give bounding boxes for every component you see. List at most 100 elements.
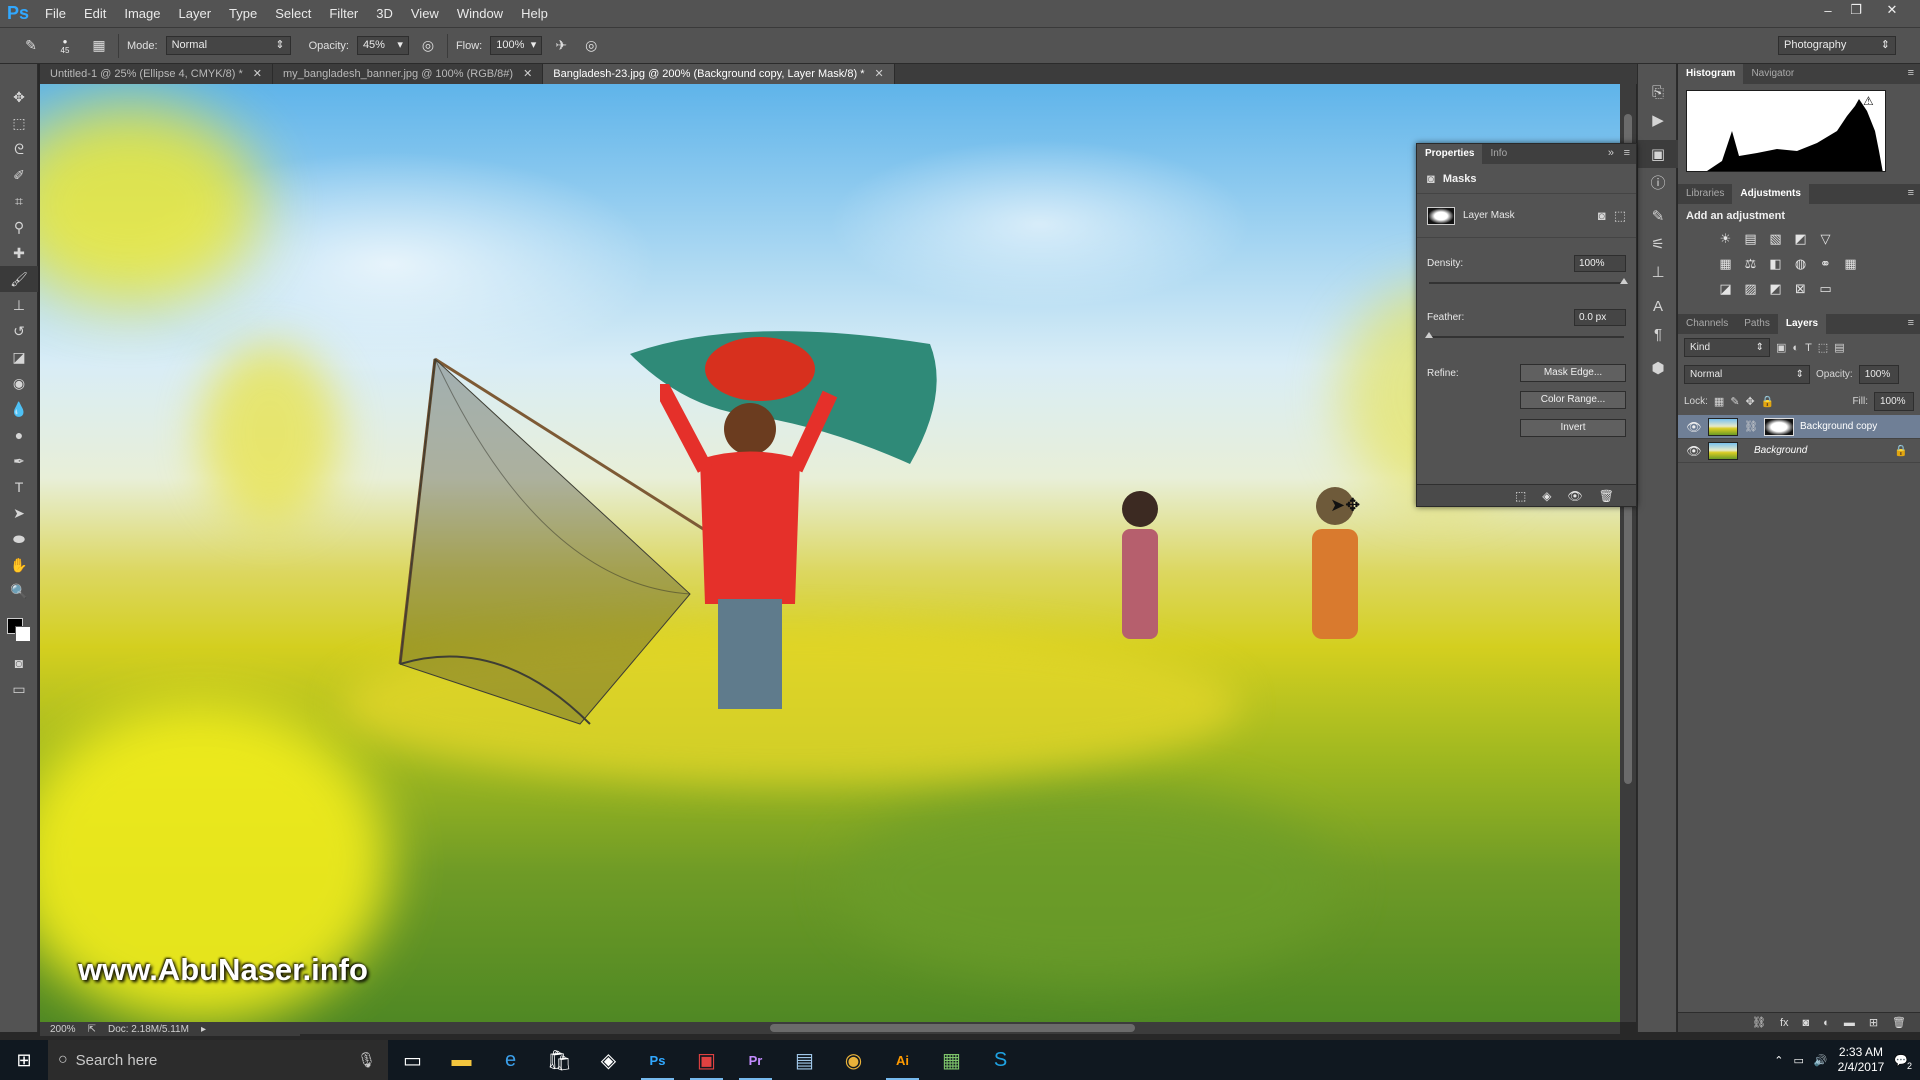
taskbar-search[interactable]: ○ Search here 🎙 [48,1040,388,1080]
chain-link-icon[interactable]: ⛓ [1744,420,1758,433]
filter-smart-icon[interactable]: ▤ [1834,341,1844,354]
lock-transparent-icon[interactable]: ▦ [1714,395,1724,408]
lasso-tool-icon[interactable]: ᘓ [0,136,38,162]
lock-icon[interactable]: 🔒 [1894,444,1908,457]
restore-button[interactable]: ❐ [1842,0,1870,20]
airbrush-icon[interactable]: ✈ [550,35,572,57]
brush-preset-icon[interactable]: ✎ [20,35,42,57]
status-menu-arrow-icon[interactable]: ▸ [201,1024,206,1035]
quick-mask-icon[interactable]: ◙ [0,650,38,676]
filter-shape-icon[interactable]: ⬚ [1818,341,1828,354]
selective-color-icon[interactable]: ⊠ [1791,279,1810,298]
volume-icon[interactable]: 🔊 [1814,1054,1828,1067]
adjustment-icon[interactable]: ◐ [1823,1017,1830,1029]
tab-libraries[interactable]: Libraries [1678,184,1732,204]
store-icon[interactable]: 🛍 [535,1040,584,1080]
panel-menu-icon[interactable]: ≡ [1908,317,1914,329]
blur-tool-icon[interactable]: 💧 [0,396,38,422]
menu-3d[interactable]: 3D [367,0,402,27]
fx-icon[interactable]: fx [1780,1017,1789,1029]
crop-tool-icon[interactable]: ⌗ [0,188,38,214]
zoom-level[interactable]: 200% [50,1024,76,1035]
marquee-tool-icon[interactable]: ⬚ [0,110,38,136]
task-view-icon[interactable]: ▭ [388,1040,437,1080]
eye-icon[interactable]: 👁 [1686,420,1702,434]
flow-input[interactable]: 100% ▾ [490,36,543,55]
opacity-input[interactable]: 45% ▾ [356,36,409,55]
panel-menu-icon[interactable]: ≡ [1908,187,1914,199]
layer-opacity-input[interactable]: 100% [1858,365,1899,384]
black-white-icon[interactable]: ◧ [1766,254,1785,273]
move-tool-icon[interactable]: ✥ [0,84,38,110]
panel-menu-icon[interactable]: ≡ [1908,67,1914,79]
threshold-icon[interactable]: ◩ [1766,279,1785,298]
microphone-icon[interactable]: 🎙 [357,1051,376,1069]
share-icon[interactable]: ⇱ [88,1024,96,1035]
brush-panel-toggle-icon[interactable]: ▦ [88,35,110,57]
lock-position-icon[interactable]: ✥ [1746,395,1755,408]
invert-button[interactable]: Invert [1520,419,1626,437]
windows-start-icon[interactable]: ⊞ [0,1040,48,1080]
3d-icon[interactable]: ⬢ [1638,354,1678,382]
filter-adjustment-icon[interactable]: ◐ [1792,342,1799,354]
channel-mixer-icon[interactable]: ⚭ [1816,254,1835,273]
mask-edge-button[interactable]: Mask Edge... [1520,364,1626,382]
brush-settings-icon[interactable]: ✎ [1638,202,1678,230]
history-icon[interactable]: ⎘ [1638,78,1678,106]
notifications-icon[interactable]: 💬 2 [1894,1054,1912,1071]
actions-play-icon[interactable]: ▶ [1638,106,1678,134]
layer-mask-thumbnail[interactable] [1763,417,1794,436]
ellipse-tool-icon[interactable]: ⬬ [0,526,38,552]
menu-view[interactable]: View [402,0,448,27]
fill-input[interactable]: 100% [1874,392,1914,411]
filter-type-icon[interactable]: T [1805,342,1812,354]
invert-adjust-icon[interactable]: ◪ [1716,279,1735,298]
blend-mode-select[interactable]: Normal ⇕ [1684,365,1810,384]
pixel-mask-icon[interactable]: ◙ [1598,208,1606,223]
menu-file[interactable]: File [36,0,75,27]
workspace-select[interactable]: Photography ⇕ [1778,36,1896,55]
close-icon[interactable]: ✕ [874,68,883,80]
brush-presets-icon[interactable]: ⚟ [1638,230,1678,258]
photo-filter-icon[interactable]: ◍ [1791,254,1810,273]
warning-triangle-icon[interactable]: ⚠ [1863,94,1874,108]
folder-icon[interactable]: ▬ [1844,1017,1855,1029]
sheet-app-icon[interactable]: ▦ [927,1040,976,1080]
panel-menu-icon[interactable]: ≡ [1624,147,1630,159]
doc-tab-untitled[interactable]: Untitled-1 @ 25% (Ellipse 4, CMYK/8) * ✕ [40,64,273,84]
kind-filter-select[interactable]: Kind ⇕ [1684,338,1770,357]
pressure-size-icon[interactable]: ◎ [580,35,602,57]
app-red-icon[interactable]: ▣ [682,1040,731,1080]
filter-pixel-icon[interactable]: ▣ [1776,341,1786,354]
feather-slider[interactable] [1425,332,1624,338]
close-icon[interactable]: ✕ [253,68,262,80]
doc-tab-bangladesh[interactable]: Bangladesh-23.jpg @ 200% (Background cop… [543,64,895,84]
menu-layer[interactable]: Layer [170,0,221,27]
tab-info[interactable]: Info [1482,144,1515,164]
skype-icon[interactable]: S [976,1040,1025,1080]
color-balance-icon[interactable]: ⚖ [1741,254,1760,273]
close-window-button[interactable]: ✕ [1878,0,1906,20]
dodge-tool-icon[interactable]: ● [0,422,38,448]
premiere-icon[interactable]: Pr [731,1040,780,1080]
collapse-icon[interactable]: » [1608,147,1614,159]
type-tool-icon[interactable]: T [0,474,38,500]
levels-icon[interactable]: ▤ [1741,229,1760,248]
doc-tab-banner[interactable]: my_bangladesh_banner.jpg @ 100% (RGB/8#)… [272,64,544,84]
screen-mode-icon[interactable]: ▭ [0,676,38,702]
paragraph-icon[interactable]: ¶ [1638,320,1678,348]
menu-help[interactable]: Help [512,0,557,27]
info-icon[interactable]: ⓘ [1638,168,1678,196]
feather-input[interactable]: 0.0 px [1574,308,1626,326]
toggle-mask-visibility-icon[interactable]: 👁 [1568,489,1583,503]
tab-navigator[interactable]: Navigator [1743,64,1802,84]
density-slider[interactable] [1429,278,1628,284]
zoom-tool-icon[interactable]: 🔍 [0,578,38,604]
menu-edit[interactable]: Edit [75,0,115,27]
brush-size-picker[interactable]: ● 45 [50,37,80,55]
paint-app-icon[interactable]: ◈ [584,1040,633,1080]
background-color-swatch[interactable] [15,626,31,642]
pen-tool-icon[interactable]: ✒ [0,448,38,474]
tab-histogram[interactable]: Histogram [1678,64,1744,84]
apply-mask-icon[interactable]: ◈ [1542,489,1551,503]
